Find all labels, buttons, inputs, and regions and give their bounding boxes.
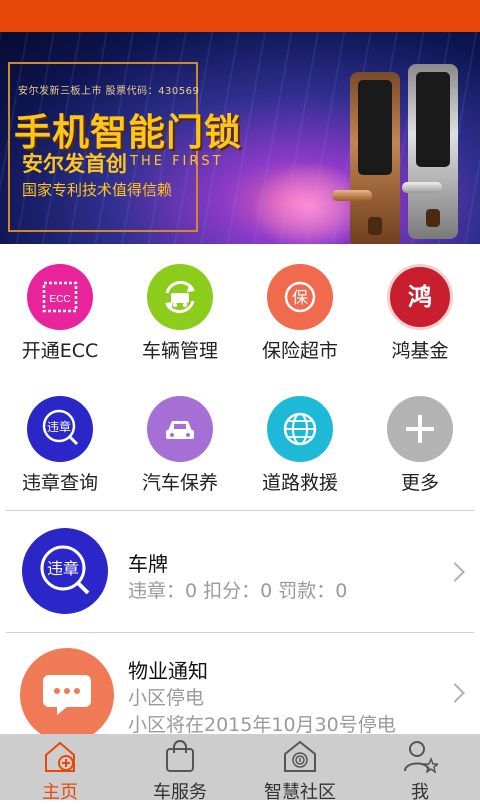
tab-label: 智慧社区 (264, 782, 336, 803)
row-title: 车牌 (128, 552, 168, 576)
bottom-tab-bar: 主页 车服务 智慧社区 我 (0, 734, 480, 803)
shopping-bag-icon (162, 738, 198, 774)
avatar-glyph: 违章 (47, 559, 79, 578)
tab-label: 车服务 (153, 782, 207, 803)
violation-glyph: 违章 (47, 419, 71, 434)
menu-label: 车辆管理 (141, 340, 218, 362)
status-bar (0, 0, 480, 32)
menu-label: 汽车保养 (141, 472, 218, 494)
tab-label: 我 (411, 782, 429, 803)
globe-icon (267, 396, 333, 462)
menu-item-hong-fund[interactable]: 鸿 鸿基金 (360, 244, 480, 364)
menu-label: 开通ECC (21, 340, 99, 362)
row-detail: 小区停电 (128, 687, 205, 709)
ecc-stamp-icon: ECC (27, 264, 93, 330)
row-detail: 违章：0 扣分：0 罚款：0 (128, 580, 348, 602)
chevron-right-icon (445, 562, 465, 582)
tab-home[interactable]: 主页 (0, 734, 120, 803)
menu-label: 更多 (400, 472, 439, 494)
violation-search-icon: 违章 (27, 396, 93, 462)
menu-item-more[interactable]: 更多 (360, 376, 480, 496)
list-item-plate[interactable]: 违章 车牌 违章：0 扣分：0 罚款：0 (0, 516, 480, 628)
insurance-glyph: 保 (292, 288, 308, 307)
violation-search-icon: 违章 (22, 528, 108, 614)
door-lock-image (402, 64, 458, 239)
feature-grid: ECC 开通ECC 车辆管理 保 保险超市 鸿 鸿基金 违章 违章查询 汽车保养 (0, 244, 480, 510)
menu-item-insurance[interactable]: 保 保险超市 (240, 244, 360, 364)
banner-subtitle-en: THE FIRST (130, 154, 224, 169)
chevron-right-icon (445, 683, 465, 703)
menu-label: 鸿基金 (391, 340, 449, 362)
banner-subtitle: 安尔发首创 (22, 152, 127, 176)
tab-me[interactable]: 我 (360, 734, 480, 803)
menu-label: 道路救援 (261, 472, 338, 494)
row-title: 物业通知 (128, 659, 208, 683)
door-lock-image (332, 72, 400, 244)
menu-item-road-rescue[interactable]: 道路救援 (240, 376, 360, 496)
tab-label: 主页 (42, 782, 78, 803)
menu-label: 违章查询 (21, 472, 98, 494)
banner-tagline: 国家专利技术值得信赖 (22, 181, 173, 199)
menu-item-ecc[interactable]: ECC 开通ECC (0, 244, 120, 364)
section-divider (6, 510, 474, 511)
home-add-icon (42, 738, 78, 774)
plus-icon (387, 396, 453, 462)
row-detail-secondary: 小区将在2015年10月30号停电 (128, 714, 396, 734)
tab-smart-community[interactable]: 智慧社区 (240, 734, 360, 803)
ecc-glyph: ECC (49, 294, 70, 305)
message-icon (20, 648, 114, 734)
promo-banner[interactable]: 安尔发新三板上市 股票代码：430569 手机智能门锁 安尔发首创 THE FI… (0, 32, 480, 244)
menu-item-vehicle-management[interactable]: 车辆管理 (120, 244, 240, 364)
user-star-icon (402, 738, 438, 774)
menu-item-violation-query[interactable]: 违章 违章查询 (0, 376, 120, 496)
section-divider (6, 632, 474, 633)
fingerprint-house-icon (282, 738, 318, 774)
hong-glyph: 鸿 (408, 283, 432, 311)
banner-stock-line: 安尔发新三板上市 股票代码：430569 (18, 86, 200, 97)
list-item-property-notice[interactable]: 物业通知 小区停电 小区将在2015年10月30号停电 (0, 638, 480, 734)
car-refresh-icon (147, 264, 213, 330)
insurance-icon: 保 (267, 264, 333, 330)
car-maintenance-icon (147, 396, 213, 462)
menu-label: 保险超市 (261, 340, 338, 362)
hong-fund-logo: 鸿 (387, 264, 453, 330)
tab-car-service[interactable]: 车服务 (120, 734, 240, 803)
menu-item-car-maintenance[interactable]: 汽车保养 (120, 376, 240, 496)
